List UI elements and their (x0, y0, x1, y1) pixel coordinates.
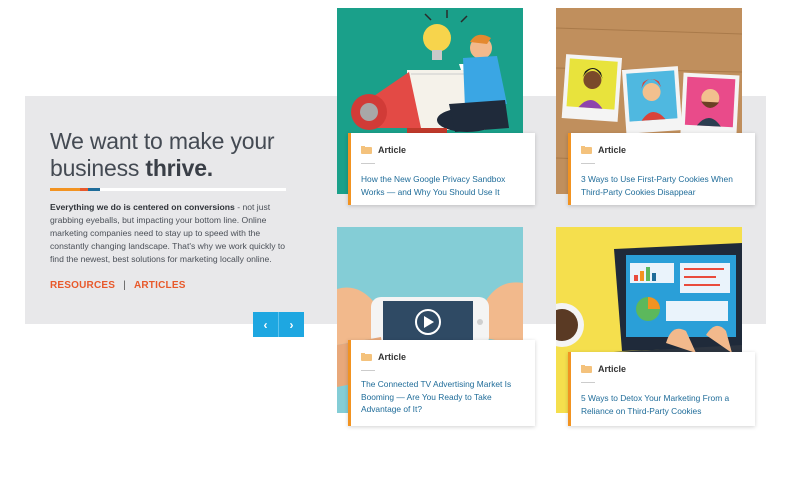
resources-link[interactable]: RESOURCES (50, 280, 115, 291)
article-title-link[interactable]: The Connected TV Advertising Market Is B… (361, 378, 525, 416)
article-title-link[interactable]: 5 Ways to Detox Your Marketing From a Re… (581, 392, 745, 417)
chevron-right-icon: › (289, 317, 294, 332)
article-tag: Article (598, 364, 627, 374)
intro-body: Everything we do is centered on conversi… (50, 202, 286, 264)
article-title-link[interactable]: How the New Google Privacy Sandbox Works… (361, 173, 525, 198)
chevron-left-icon: ‹ (263, 317, 268, 332)
article-title-link[interactable]: 3 Ways to Use First-Party Cookies When T… (581, 173, 745, 198)
article-tag: Article (598, 145, 627, 155)
carousel-controls: ‹ › (253, 312, 304, 337)
folder-icon (581, 146, 592, 154)
folder-icon (361, 353, 372, 361)
articles-link[interactable]: ARTICLES (134, 280, 186, 291)
article-tag: Article (378, 145, 407, 155)
resource-links: RESOURCES | ARTICLES (50, 280, 186, 291)
carousel-next-button[interactable]: › (278, 312, 304, 337)
article-card-4[interactable]: Article 5 Ways to Detox Your Marketing F… (568, 352, 755, 426)
carousel-prev-button[interactable]: ‹ (253, 312, 278, 337)
article-card-1[interactable]: Article How the New Google Privacy Sandb… (348, 133, 535, 205)
link-separator: | (123, 280, 126, 291)
folder-icon (581, 365, 592, 373)
headline-divider (50, 188, 286, 191)
article-tag: Article (378, 352, 407, 362)
folder-icon (361, 146, 372, 154)
intro-section: We want to make your business thrive. Ev… (50, 128, 290, 266)
page-headline: We want to make your business thrive. (50, 128, 275, 181)
article-card-2[interactable]: Article 3 Ways to Use First-Party Cookie… (568, 133, 755, 205)
article-card-3[interactable]: Article The Connected TV Advertising Mar… (348, 340, 535, 426)
